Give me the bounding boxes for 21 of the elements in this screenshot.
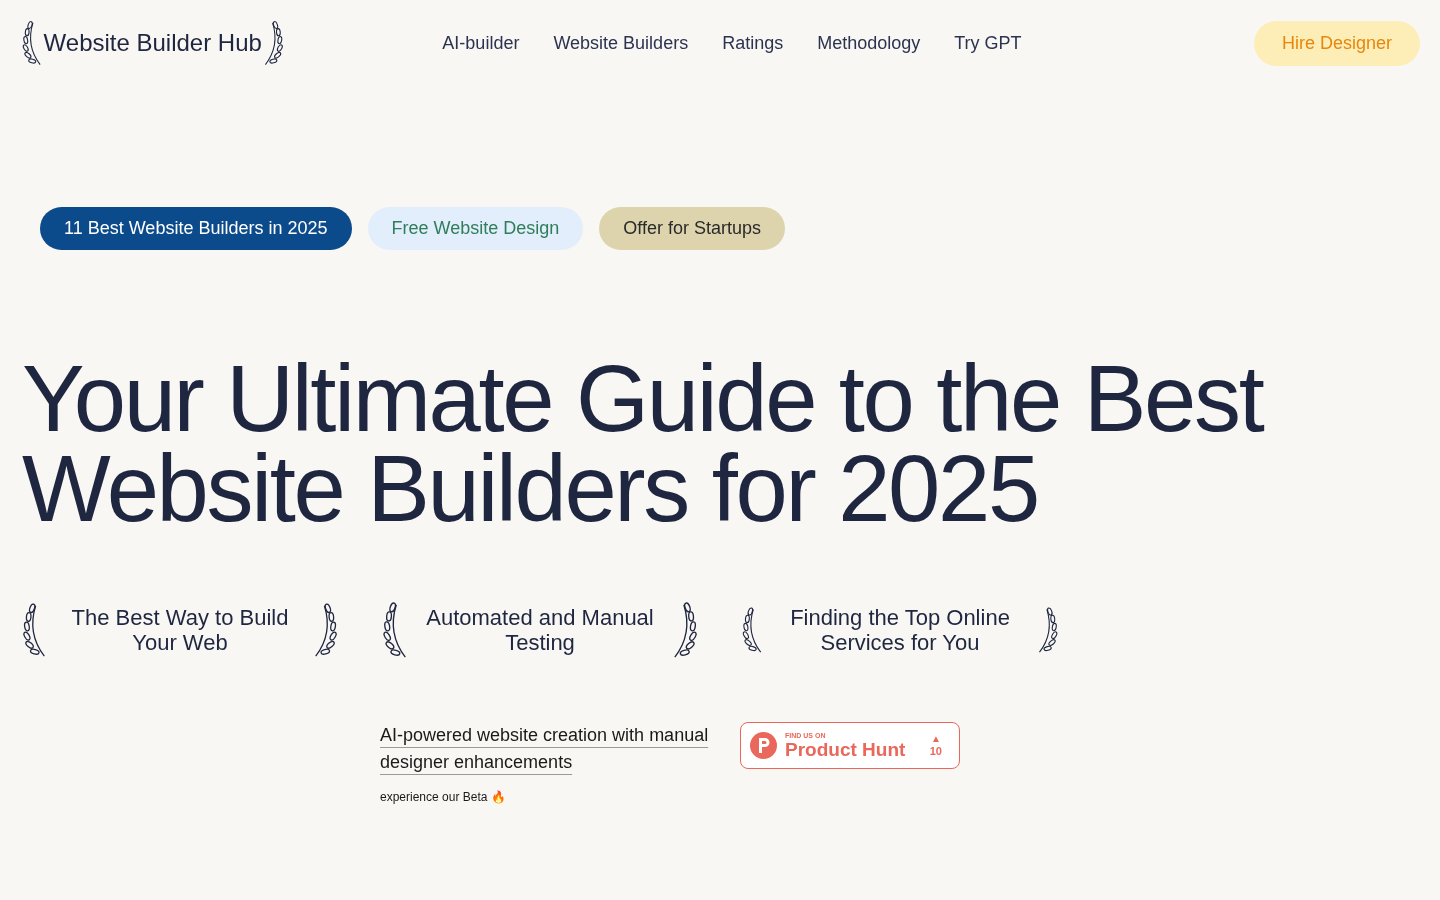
nav-link[interactable]: AI-builder [442,29,520,57]
upvote-count: 10 [929,745,942,758]
category-pill[interactable]: 11 Best Website Builders in 2025 [40,207,352,250]
category-pill[interactable]: Free Website Design [367,207,584,250]
nav-link[interactable]: Try GPT [954,29,1022,57]
nav-link[interactable]: Methodology [817,29,921,57]
feature-text: Finding the Top Online Services for You [789,605,1011,655]
category-pill[interactable]: Offer for Startups [599,207,785,250]
nav-link[interactable]: Website Builders [553,29,689,57]
laurel-icon [20,20,42,66]
beta-note: experience our Beta 🔥 [380,789,507,806]
upvote-icon: ▲ [930,733,941,745]
feature-text: The Best Way to Build Your Web [70,605,290,655]
site-logo[interactable]: Website Builder Hub [41,25,264,61]
feature-text: Automated and Manual Testing [425,605,655,655]
nav-link[interactable]: Ratings [722,29,784,57]
promo-link[interactable]: AI-powered website creation with manual designer enhancements [380,722,740,776]
product-hunt-logo-icon [750,732,777,759]
laurel-icon [263,20,286,66]
badge-title: Product Hunt [785,739,907,760]
headline: Your Ultimate Guide to the Best Website Builders for 2025 [21,354,1265,534]
